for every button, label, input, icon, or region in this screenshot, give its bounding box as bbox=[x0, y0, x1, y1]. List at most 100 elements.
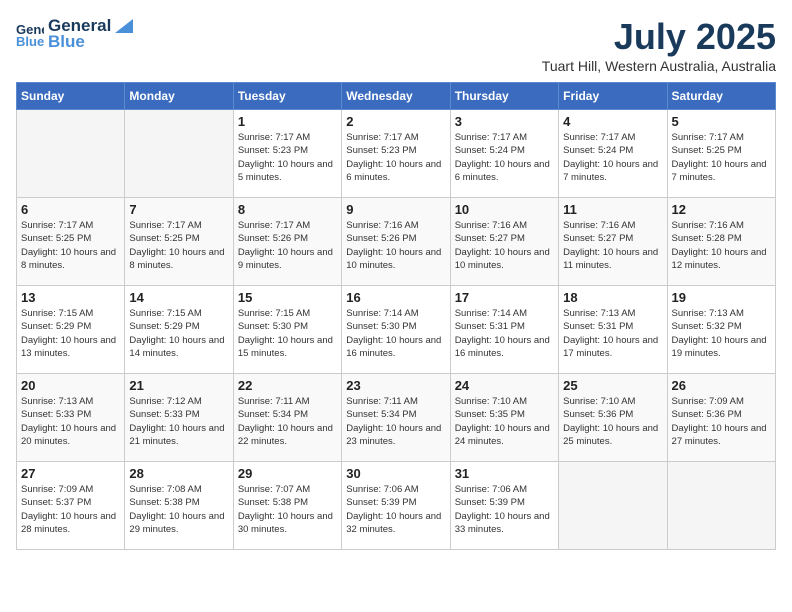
page-header: General Blue General Blue July 2025 Tuar… bbox=[16, 16, 776, 74]
day-number: 6 bbox=[21, 202, 120, 217]
calendar-cell: 17 Sunrise: 7:14 AMSunset: 5:31 PMDayligh… bbox=[450, 286, 558, 374]
day-info: Sunrise: 7:17 AMSunset: 5:23 PMDaylight:… bbox=[238, 131, 337, 184]
day-info: Sunrise: 7:15 AMSunset: 5:30 PMDaylight:… bbox=[238, 307, 337, 360]
day-number: 15 bbox=[238, 290, 337, 305]
day-info: Sunrise: 7:16 AMSunset: 5:28 PMDaylight:… bbox=[672, 219, 771, 272]
day-number: 28 bbox=[129, 466, 228, 481]
day-info: Sunrise: 7:14 AMSunset: 5:30 PMDaylight:… bbox=[346, 307, 445, 360]
weekday-header: Thursday bbox=[450, 83, 558, 110]
calendar-week-row: 20 Sunrise: 7:13 AMSunset: 5:33 PMDayligh… bbox=[17, 374, 776, 462]
day-number: 31 bbox=[455, 466, 554, 481]
day-info: Sunrise: 7:17 AMSunset: 5:25 PMDaylight:… bbox=[672, 131, 771, 184]
day-number: 30 bbox=[346, 466, 445, 481]
svg-text:Blue: Blue bbox=[16, 34, 44, 48]
day-number: 27 bbox=[21, 466, 120, 481]
calendar-table: SundayMondayTuesdayWednesdayThursdayFrid… bbox=[16, 82, 776, 550]
day-info: Sunrise: 7:17 AMSunset: 5:24 PMDaylight:… bbox=[563, 131, 662, 184]
calendar-cell bbox=[559, 462, 667, 550]
day-number: 23 bbox=[346, 378, 445, 393]
day-info: Sunrise: 7:06 AMSunset: 5:39 PMDaylight:… bbox=[346, 483, 445, 536]
day-info: Sunrise: 7:16 AMSunset: 5:27 PMDaylight:… bbox=[563, 219, 662, 272]
day-number: 22 bbox=[238, 378, 337, 393]
title-block: July 2025 Tuart Hill, Western Australia,… bbox=[542, 16, 776, 74]
calendar-cell: 6Sunrise: 7:17 AMSunset: 5:25 PMDaylight… bbox=[17, 198, 125, 286]
day-info: Sunrise: 7:13 AMSunset: 5:32 PMDaylight:… bbox=[672, 307, 771, 360]
calendar-cell bbox=[125, 110, 233, 198]
logo-triangle-icon bbox=[113, 17, 135, 35]
calendar-cell: 18Sunrise: 7:13 AMSunset: 5:31 PMDayligh… bbox=[559, 286, 667, 374]
calendar-cell: 5 Sunrise: 7:17 AMSunset: 5:25 PMDaylight… bbox=[667, 110, 775, 198]
weekday-header: Tuesday bbox=[233, 83, 341, 110]
calendar-cell: 8 Sunrise: 7:17 AMSunset: 5:26 PMDaylight… bbox=[233, 198, 341, 286]
logo-icon: General Blue bbox=[16, 20, 44, 48]
location-title: Tuart Hill, Western Australia, Australia bbox=[542, 58, 776, 74]
calendar-cell: 10 Sunrise: 7:16 AMSunset: 5:27 PMDayligh… bbox=[450, 198, 558, 286]
calendar-cell: 27 Sunrise: 7:09 AMSunset: 5:37 PMDayligh… bbox=[17, 462, 125, 550]
day-number: 20 bbox=[21, 378, 120, 393]
day-number: 7 bbox=[129, 202, 228, 217]
month-title: July 2025 bbox=[542, 16, 776, 58]
day-info: Sunrise: 7:15 AMSunset: 5:29 PMDaylight:… bbox=[129, 307, 228, 360]
day-number: 17 bbox=[455, 290, 554, 305]
day-info: Sunrise: 7:08 AMSunset: 5:38 PMDaylight:… bbox=[129, 483, 228, 536]
calendar-cell: 12 Sunrise: 7:16 AMSunset: 5:28 PMDayligh… bbox=[667, 198, 775, 286]
calendar-cell: 4Sunrise: 7:17 AMSunset: 5:24 PMDaylight… bbox=[559, 110, 667, 198]
calendar-cell: 19 Sunrise: 7:13 AMSunset: 5:32 PMDayligh… bbox=[667, 286, 775, 374]
day-number: 3 bbox=[455, 114, 554, 129]
day-number: 29 bbox=[238, 466, 337, 481]
calendar-cell: 24 Sunrise: 7:10 AMSunset: 5:35 PMDayligh… bbox=[450, 374, 558, 462]
calendar-cell: 26 Sunrise: 7:09 AMSunset: 5:36 PMDayligh… bbox=[667, 374, 775, 462]
calendar-cell: 21 Sunrise: 7:12 AMSunset: 5:33 PMDayligh… bbox=[125, 374, 233, 462]
day-number: 8 bbox=[238, 202, 337, 217]
day-number: 2 bbox=[346, 114, 445, 129]
day-info: Sunrise: 7:10 AMSunset: 5:35 PMDaylight:… bbox=[455, 395, 554, 448]
day-info: Sunrise: 7:11 AMSunset: 5:34 PMDaylight:… bbox=[238, 395, 337, 448]
calendar-week-row: 27 Sunrise: 7:09 AMSunset: 5:37 PMDayligh… bbox=[17, 462, 776, 550]
day-info: Sunrise: 7:07 AMSunset: 5:38 PMDaylight:… bbox=[238, 483, 337, 536]
day-info: Sunrise: 7:16 AMSunset: 5:26 PMDaylight:… bbox=[346, 219, 445, 272]
calendar-cell: 9Sunrise: 7:16 AMSunset: 5:26 PMDaylight… bbox=[342, 198, 450, 286]
calendar-cell bbox=[667, 462, 775, 550]
day-number: 5 bbox=[672, 114, 771, 129]
calendar-cell: 28 Sunrise: 7:08 AMSunset: 5:38 PMDayligh… bbox=[125, 462, 233, 550]
calendar-cell: 11 Sunrise: 7:16 AMSunset: 5:27 PMDayligh… bbox=[559, 198, 667, 286]
weekday-header: Wednesday bbox=[342, 83, 450, 110]
calendar-cell: 31Sunrise: 7:06 AMSunset: 5:39 PMDayligh… bbox=[450, 462, 558, 550]
calendar-cell: 14 Sunrise: 7:15 AMSunset: 5:29 PMDayligh… bbox=[125, 286, 233, 374]
day-number: 14 bbox=[129, 290, 228, 305]
day-number: 11 bbox=[563, 202, 662, 217]
calendar-cell: 15 Sunrise: 7:15 AMSunset: 5:30 PMDayligh… bbox=[233, 286, 341, 374]
calendar-cell: 16Sunrise: 7:14 AMSunset: 5:30 PMDayligh… bbox=[342, 286, 450, 374]
day-info: Sunrise: 7:12 AMSunset: 5:33 PMDaylight:… bbox=[129, 395, 228, 448]
weekday-header: Saturday bbox=[667, 83, 775, 110]
calendar-cell: 20 Sunrise: 7:13 AMSunset: 5:33 PMDayligh… bbox=[17, 374, 125, 462]
calendar-header-row: SundayMondayTuesdayWednesdayThursdayFrid… bbox=[17, 83, 776, 110]
calendar-week-row: 1Sunrise: 7:17 AMSunset: 5:23 PMDaylight… bbox=[17, 110, 776, 198]
day-info: Sunrise: 7:16 AMSunset: 5:27 PMDaylight:… bbox=[455, 219, 554, 272]
calendar-week-row: 6 Sunrise: 7:17 AMSunset: 5:25 PMDaylight… bbox=[17, 198, 776, 286]
day-info: Sunrise: 7:09 AMSunset: 5:37 PMDaylight:… bbox=[21, 483, 120, 536]
calendar-cell: 25Sunrise: 7:10 AMSunset: 5:36 PMDayligh… bbox=[559, 374, 667, 462]
day-number: 10 bbox=[455, 202, 554, 217]
calendar-cell: 30 Sunrise: 7:06 AMSunset: 5:39 PMDayligh… bbox=[342, 462, 450, 550]
day-info: Sunrise: 7:14 AMSunset: 5:31 PMDaylight:… bbox=[455, 307, 554, 360]
weekday-header: Monday bbox=[125, 83, 233, 110]
day-info: Sunrise: 7:17 AMSunset: 5:25 PMDaylight:… bbox=[129, 219, 228, 272]
day-number: 24 bbox=[455, 378, 554, 393]
calendar-cell: 29 Sunrise: 7:07 AMSunset: 5:38 PMDayligh… bbox=[233, 462, 341, 550]
calendar-cell: 1Sunrise: 7:17 AMSunset: 5:23 PMDaylight… bbox=[233, 110, 341, 198]
day-number: 19 bbox=[672, 290, 771, 305]
day-number: 18 bbox=[563, 290, 662, 305]
day-number: 26 bbox=[672, 378, 771, 393]
day-number: 13 bbox=[21, 290, 120, 305]
day-info: Sunrise: 7:09 AMSunset: 5:36 PMDaylight:… bbox=[672, 395, 771, 448]
day-number: 21 bbox=[129, 378, 228, 393]
calendar-cell: 22 Sunrise: 7:11 AMSunset: 5:34 PMDayligh… bbox=[233, 374, 341, 462]
day-info: Sunrise: 7:13 AMSunset: 5:33 PMDaylight:… bbox=[21, 395, 120, 448]
calendar-cell: 7 Sunrise: 7:17 AMSunset: 5:25 PMDaylight… bbox=[125, 198, 233, 286]
day-number: 12 bbox=[672, 202, 771, 217]
calendar-cell: 3Sunrise: 7:17 AMSunset: 5:24 PMDaylight… bbox=[450, 110, 558, 198]
logo: General Blue General Blue bbox=[16, 16, 135, 52]
calendar-cell: 23Sunrise: 7:11 AMSunset: 5:34 PMDayligh… bbox=[342, 374, 450, 462]
day-info: Sunrise: 7:17 AMSunset: 5:26 PMDaylight:… bbox=[238, 219, 337, 272]
